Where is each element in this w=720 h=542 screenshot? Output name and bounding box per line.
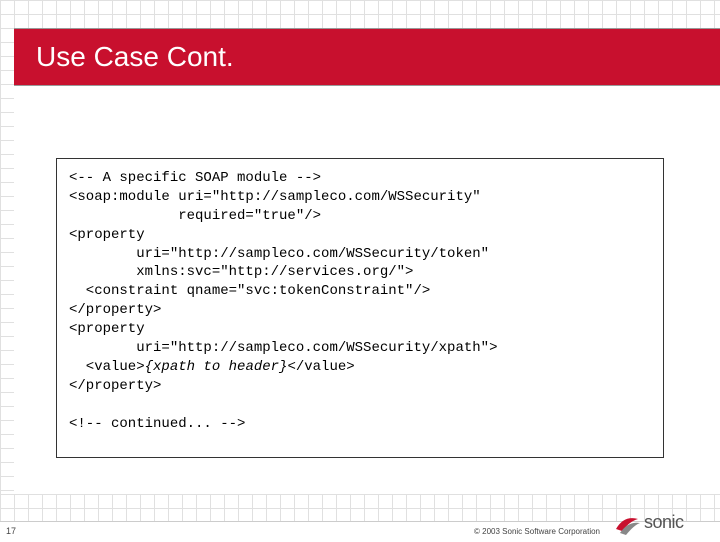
sonic-logo-text: sonic [644,512,684,533]
code-line: xmlns:svc="http://services.org/"> [69,264,413,280]
code-line: </property> [69,302,161,318]
code-line: </value> [287,359,354,375]
code-line: <-- A specific SOAP module --> [69,170,321,186]
grid-top [0,0,720,28]
copyright-text: © 2003 Sonic Software Corporation [474,527,600,536]
sonic-swoosh-icon [612,507,642,537]
sonic-logo: sonic [612,506,712,538]
code-placeholder: {xpath to header} [145,359,288,375]
code-line: <constraint qname="svc:tokenConstraint"/… [69,283,430,299]
title-bar: Use Case Cont. [14,28,720,86]
code-line: </property> [69,378,161,394]
code-block: <-- A specific SOAP module --> <soap:mod… [56,158,664,458]
slide-title: Use Case Cont. [36,41,234,73]
code-line: uri="http://sampleco.com/WSSecurity/xpat… [69,340,497,356]
grid-side [0,28,14,498]
code-line: <!-- continued... --> [69,416,245,432]
code-line: <soap:module uri="http://sampleco.com/WS… [69,189,481,205]
code-line: <property [69,227,145,243]
code-line: <property [69,321,145,337]
code-line: <value> [69,359,145,375]
code-line: uri="http://sampleco.com/WSSecurity/toke… [69,246,489,262]
code-line: required="true"/> [69,208,321,224]
page-number: 17 [6,526,16,536]
